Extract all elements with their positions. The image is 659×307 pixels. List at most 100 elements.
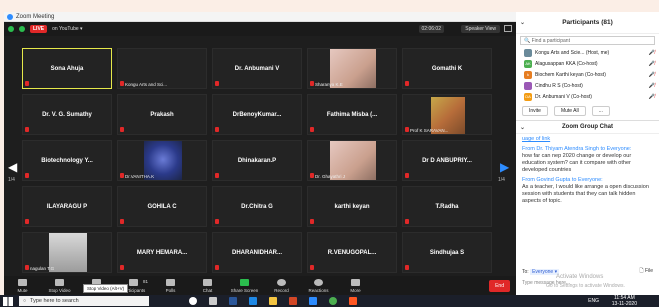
video-tile[interactable]: GOHILA C xyxy=(117,186,207,227)
windows-start-icon[interactable] xyxy=(3,296,13,306)
participant-name: nagulan T.G xyxy=(30,266,55,271)
video-tile[interactable]: T.Radha xyxy=(402,186,492,227)
end-meeting-button[interactable]: End xyxy=(489,280,510,292)
participant-row[interactable]: AK Alagusappan KKA (Co-host) 🎤̸ xyxy=(516,58,659,69)
file-button[interactable]: 🗋 File xyxy=(640,268,653,276)
word-icon[interactable] xyxy=(229,297,237,305)
muted-mic-icon xyxy=(25,173,29,178)
edge-icon[interactable] xyxy=(249,297,257,305)
more-label: More xyxy=(350,288,361,293)
participants-count: 81 xyxy=(142,279,148,284)
participant-name: Prakash xyxy=(150,111,174,118)
live-badge[interactable]: LIVE xyxy=(30,25,48,33)
more-options-button[interactable]: ... xyxy=(591,106,610,116)
video-tile[interactable]: Fathima Misba (... xyxy=(307,94,397,135)
video-tile[interactable]: karthi keyan xyxy=(307,186,397,227)
chevron-down-icon[interactable]: ⌄ xyxy=(520,124,525,131)
video-tile[interactable]: Dr.Chitra G xyxy=(212,186,302,227)
video-tile[interactable]: Dr.VANITHA.K xyxy=(117,140,207,181)
muted-mic-icon xyxy=(25,219,29,224)
participant-row[interactable]: Cindhu R S (Co-host) 🎤̸ xyxy=(516,80,659,91)
video-tile[interactable]: Dr. Ghayathri J xyxy=(307,140,397,181)
stop-video-label: Stop Video xyxy=(48,288,71,293)
muted-mic-icon xyxy=(310,219,314,224)
avatar xyxy=(524,48,532,57)
participant-row[interactable]: k Biochem Karthi keyan (Co-host) 🎤̸ xyxy=(516,69,659,80)
video-tile[interactable]: R.VENUGOPAL... xyxy=(307,232,397,273)
youtube-dropdown[interactable]: on YouTube ▾ xyxy=(52,26,82,32)
share-screen-button[interactable]: Share Screen xyxy=(226,279,263,295)
video-tile[interactable]: Biotechnology Y... xyxy=(22,140,112,181)
participant-name: R.VENUGOPAL... xyxy=(327,249,377,256)
info-icon[interactable] xyxy=(8,26,14,32)
chat-messages[interactable]: uage of link From Dr. Thiyam Atendra Sin… xyxy=(516,134,659,210)
more-button[interactable]: More xyxy=(337,279,374,295)
video-tile[interactable]: Prakash xyxy=(117,94,207,135)
video-tile[interactable]: MARY HEMARA... xyxy=(117,232,207,273)
invite-button[interactable]: Invite xyxy=(522,106,548,116)
muted-mic-icon xyxy=(215,173,219,178)
video-tile[interactable]: Kongu Arts and Sci... xyxy=(117,48,207,89)
cortana-icon[interactable] xyxy=(189,297,197,305)
file-explorer-icon[interactable] xyxy=(269,297,277,305)
video-tile[interactable]: DrBenoyKumar... xyxy=(212,94,302,135)
muted-mic-icon xyxy=(405,265,409,270)
more-dots-icon xyxy=(351,279,360,286)
security-shield-icon[interactable] xyxy=(19,26,25,32)
participant-name: Sona Ahuja xyxy=(50,65,84,72)
chevron-down-icon[interactable]: ⌄ xyxy=(520,19,525,26)
mute-button[interactable]: Mute xyxy=(4,279,41,295)
video-tile[interactable]: nagulan T.G xyxy=(22,232,112,273)
powerpoint-icon[interactable] xyxy=(289,297,297,305)
record-button[interactable]: Record xyxy=(263,279,300,295)
windows-taskbar: ○ Type here to search ENG 11:54 AM 13-11… xyxy=(0,295,659,307)
participant-row[interactable]: Kongu Arts and Scie... (Host, me) 🎤̸ xyxy=(516,47,659,58)
search-placeholder: Type here to search xyxy=(30,298,79,304)
video-tile[interactable]: Sona Ahuja xyxy=(22,48,112,89)
muted-mic-icon: 🎤̸ xyxy=(648,60,655,67)
video-tile[interactable]: Dr. Anbumani V xyxy=(212,48,302,89)
video-tile[interactable]: Dr D ANBUPRIY... xyxy=(402,140,492,181)
meeting-top-bar: LIVE on YouTube ▾ 02:06:02 Speaker View xyxy=(4,22,516,36)
video-tile[interactable]: Dr. V. G. Sumathy xyxy=(22,94,112,135)
muted-mic-icon xyxy=(310,173,314,178)
chat-button[interactable]: Chat xyxy=(189,279,226,295)
reactions-button[interactable]: Reactions xyxy=(300,279,337,295)
video-tile[interactable]: Prof K SARAVAN... xyxy=(402,94,492,135)
task-view-icon[interactable] xyxy=(209,297,217,305)
muted-mic-icon: 🎤̸ xyxy=(648,93,655,100)
app-icon[interactable] xyxy=(349,297,357,305)
side-panel: ⌄ Participants (81) 🔍 Find a participant… xyxy=(516,12,659,295)
speaker-view-button[interactable]: Speaker View xyxy=(461,25,500,33)
zoom-icon[interactable] xyxy=(309,297,317,305)
video-tile[interactable]: Sindhujaa S xyxy=(402,232,492,273)
video-tile[interactable]: ILAYARAGU P xyxy=(22,186,112,227)
muted-mic-icon xyxy=(25,265,29,270)
system-clock[interactable]: 11:54 AM 13-11-2020 xyxy=(612,295,637,307)
video-tile[interactable]: Sharanya K.E xyxy=(307,48,397,89)
participant-search-input[interactable]: 🔍 Find a participant xyxy=(520,36,655,45)
participant-row[interactable]: DA Dr. Anbumani V (Co-host) 🎤̸ xyxy=(516,91,659,102)
recipient-dropdown[interactable]: Everyone ▾ xyxy=(530,269,560,275)
taskbar-search-input[interactable]: ○ Type here to search xyxy=(19,296,149,306)
next-page-arrow-icon[interactable]: ▶ xyxy=(500,160,510,174)
mute-all-button[interactable]: Mute All xyxy=(553,106,586,116)
participant-name: Dr. V. G. Sumathy xyxy=(42,111,92,118)
language-indicator[interactable]: ENG xyxy=(588,298,599,304)
video-tile[interactable]: Gomathi K xyxy=(402,48,492,89)
video-tile[interactable]: Dhinakaran.P xyxy=(212,140,302,181)
prev-page-arrow-icon[interactable]: ◀ xyxy=(8,160,18,174)
chat-link[interactable]: uage of link xyxy=(522,136,550,142)
fullscreen-icon[interactable] xyxy=(504,25,512,32)
video-tile[interactable]: DHARANIDHAR... xyxy=(212,232,302,273)
share-screen-icon xyxy=(240,279,249,286)
activation-watermark-sub: Go to Settings to activate Windows. xyxy=(546,283,625,289)
chrome-icon[interactable] xyxy=(329,297,337,305)
muted-mic-icon xyxy=(120,127,124,132)
participant-name: Dr.Chitra G xyxy=(241,203,273,210)
polls-button[interactable]: Polls xyxy=(152,279,189,295)
participant-name: Sharanya K.E xyxy=(315,82,343,87)
meeting-toolbar: Mute Stop Video Security Participants81 … xyxy=(4,276,516,295)
avatar: k xyxy=(524,70,532,79)
stop-video-button[interactable]: Stop Video xyxy=(41,279,78,295)
